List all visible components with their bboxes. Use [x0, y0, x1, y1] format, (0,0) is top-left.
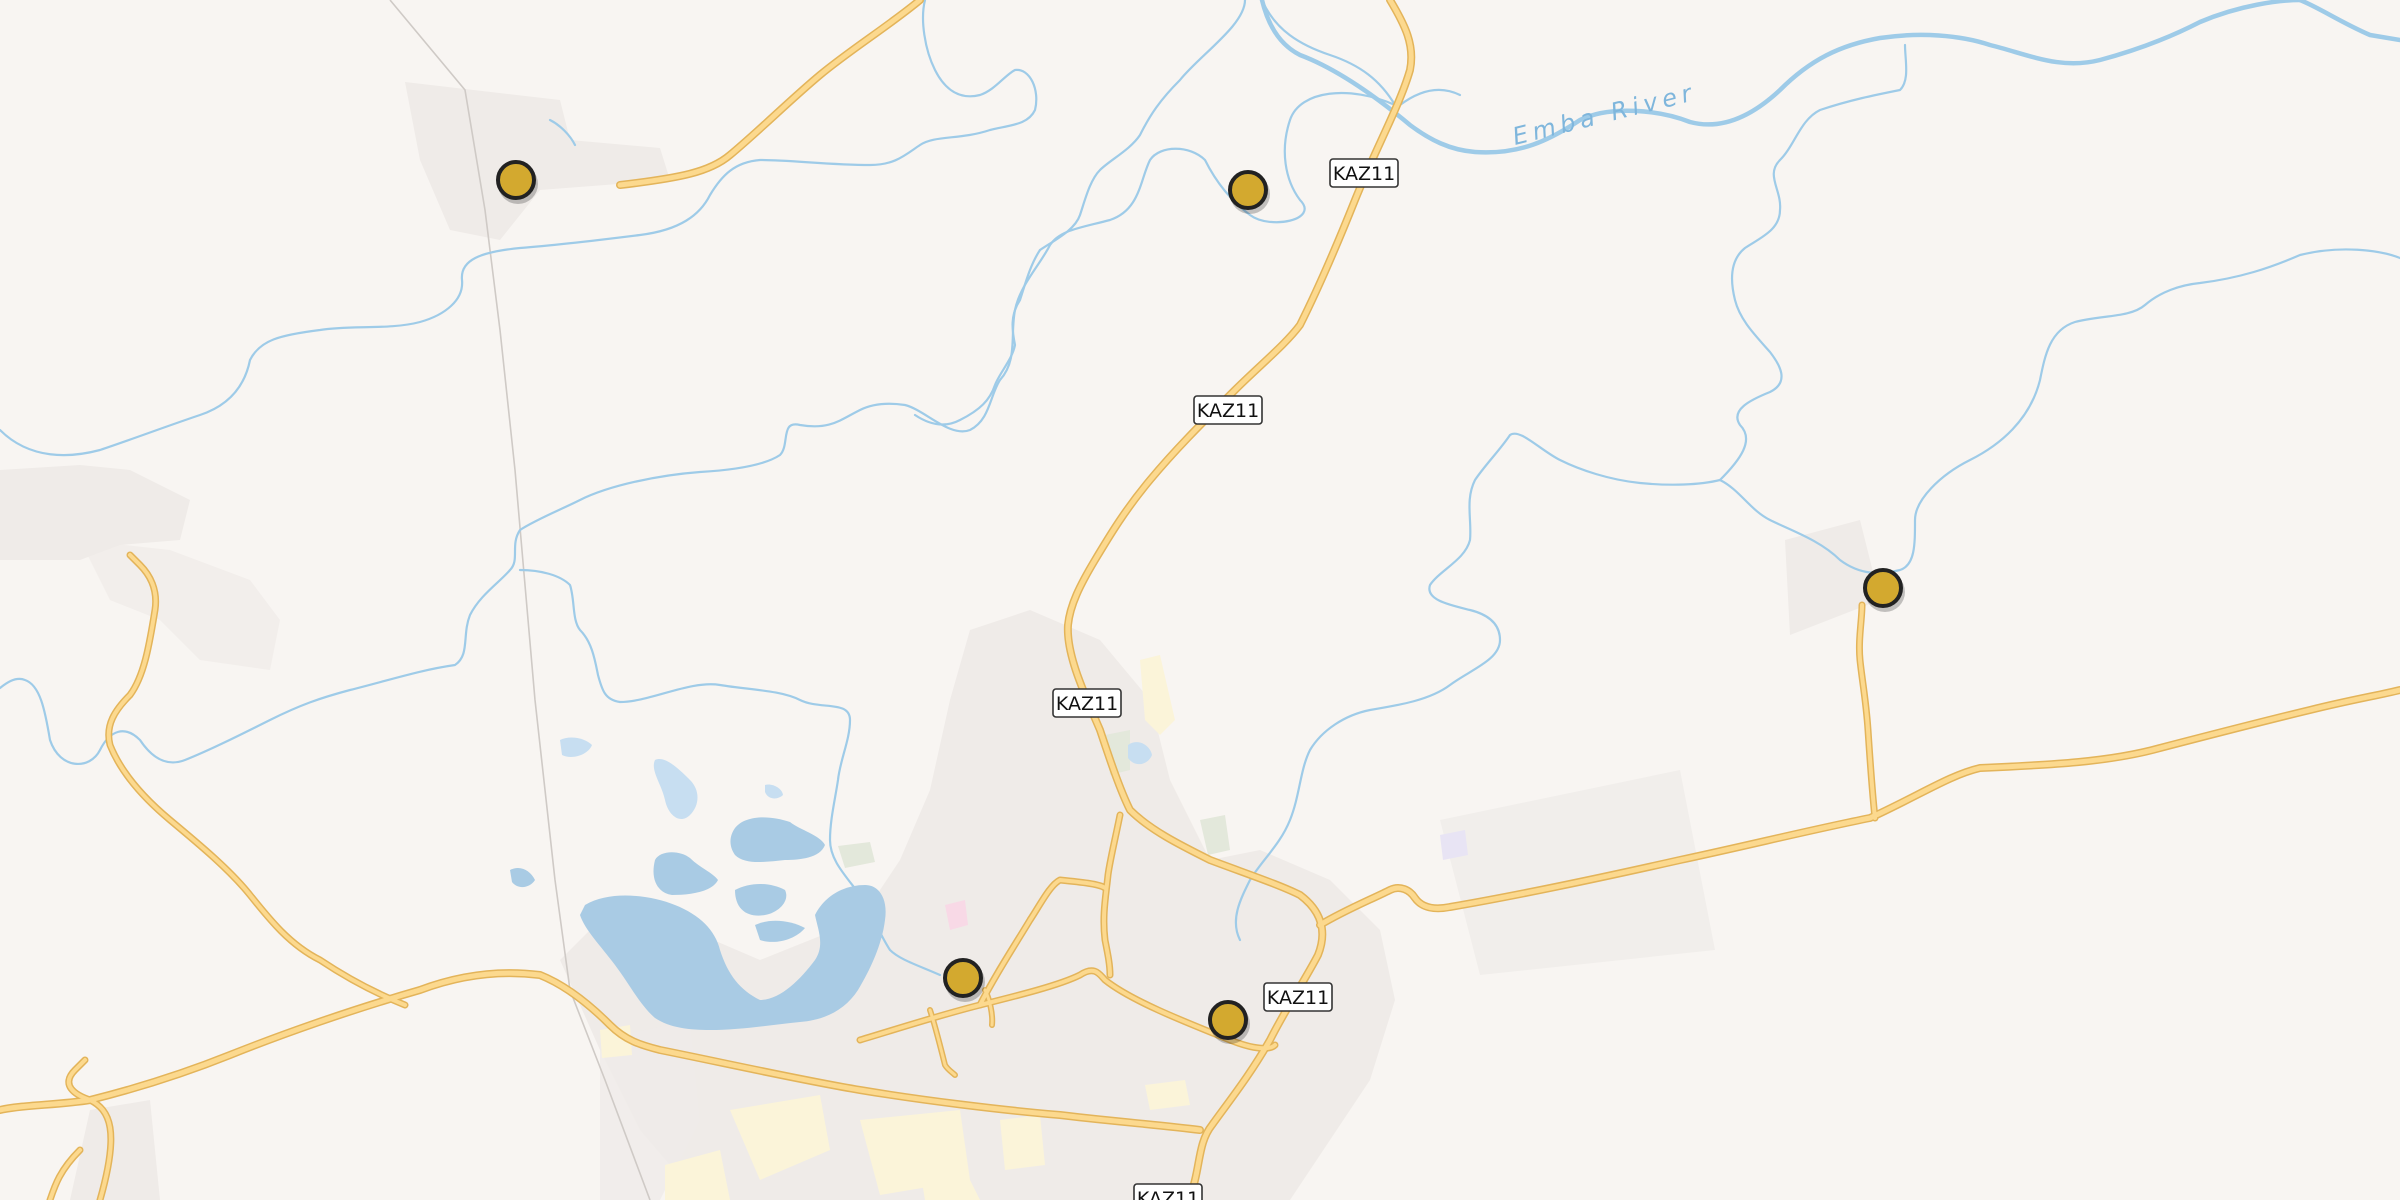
- road-shield-label: KAZ11: [1056, 693, 1118, 715]
- road-shield: KAZ11: [1329, 158, 1399, 188]
- road-shield-label: KAZ11: [1197, 400, 1259, 422]
- road-shield: KAZ11: [1133, 1183, 1203, 1200]
- road-shield-label: KAZ11: [1137, 1188, 1199, 1200]
- location-marker[interactable]: [496, 160, 538, 204]
- road-shield: KAZ11: [1263, 982, 1333, 1012]
- road-shield: KAZ11: [1193, 395, 1263, 425]
- road-shield: KAZ11: [1052, 688, 1122, 718]
- location-marker[interactable]: [1208, 1000, 1250, 1044]
- location-marker[interactable]: [1863, 568, 1905, 612]
- location-marker[interactable]: [943, 958, 985, 1002]
- location-marker[interactable]: [1228, 170, 1270, 214]
- map-canvas[interactable]: Emba River KAZ11 KAZ11 KAZ11 KAZ11 KAZ11: [0, 0, 2400, 1200]
- road-shield-label: KAZ11: [1267, 987, 1329, 1009]
- road-shield-label: KAZ11: [1333, 163, 1395, 185]
